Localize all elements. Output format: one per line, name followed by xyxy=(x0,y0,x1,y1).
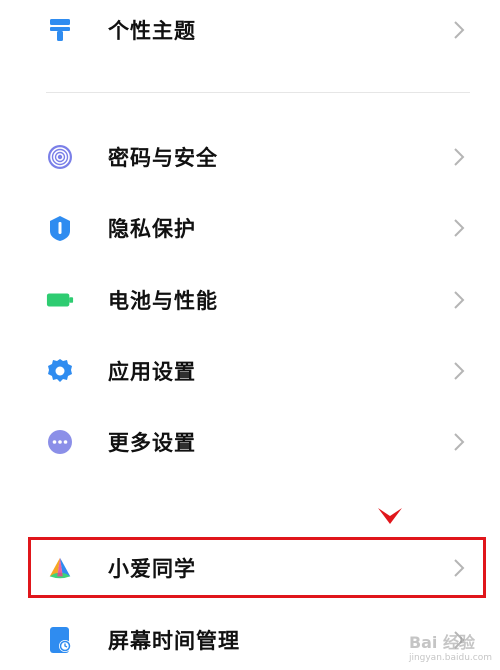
settings-item-more-settings[interactable]: 更多设置 xyxy=(0,412,500,472)
settings-item-label: 更多设置 xyxy=(108,431,196,455)
settings-item-battery-performance[interactable]: 电池与性能 xyxy=(0,270,500,330)
highlight-box xyxy=(28,537,486,598)
settings-item-label: 电池与性能 xyxy=(108,289,218,313)
watermark-subtext: jingyan.baidu.com xyxy=(408,653,492,663)
gear-icon xyxy=(46,357,74,385)
settings-item-label: 个性主题 xyxy=(108,19,196,43)
watermark: Bai 经验 jingyan.baidu.com xyxy=(409,629,492,663)
chevron-right-icon xyxy=(454,291,465,309)
settings-item-app-settings[interactable]: 应用设置 xyxy=(0,341,500,401)
settings-item-label: 应用设置 xyxy=(108,360,196,384)
settings-item-privacy[interactable]: 隐私保护 xyxy=(0,198,500,258)
section-divider xyxy=(46,92,470,93)
screen-time-icon xyxy=(46,626,74,654)
brush-icon xyxy=(46,16,74,44)
watermark-text: Bai 经验 xyxy=(408,633,475,652)
annotation-arrow xyxy=(378,508,402,524)
chevron-right-icon xyxy=(454,21,465,39)
settings-item-personal-theme[interactable]: 个性主题 xyxy=(0,0,500,60)
settings-item-label: 密码与安全 xyxy=(108,146,218,170)
chevron-right-icon xyxy=(454,362,465,380)
settings-item-label: 隐私保护 xyxy=(108,217,196,241)
more-icon xyxy=(46,428,74,456)
chevron-right-icon xyxy=(454,148,465,166)
battery-icon xyxy=(46,286,74,314)
settings-item-password-security[interactable]: 密码与安全 xyxy=(0,127,500,187)
fingerprint-icon xyxy=(46,143,74,171)
settings-item-label: 屏幕时间管理 xyxy=(108,629,240,653)
shield-icon xyxy=(46,214,74,242)
chevron-right-icon xyxy=(454,433,465,451)
chevron-right-icon xyxy=(454,219,465,237)
